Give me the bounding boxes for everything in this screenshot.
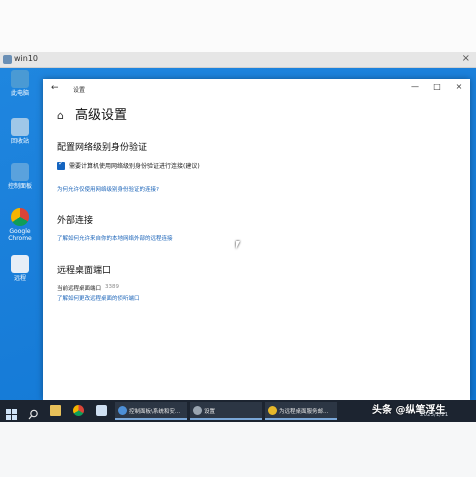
nla-checkbox-label: 需要计算机使用网络级别身份验证进行连接(建议) [69, 163, 200, 170]
recycle-bin-icon [11, 118, 29, 136]
desktop-icon-label: 回收站 [10, 138, 29, 145]
nla-heading: 配置网络级别身份验证 [57, 143, 148, 153]
taskbar-app-chrome[interactable]: 为远程桌面服务邮... [265, 402, 337, 420]
desktop-icon-remote[interactable]: 远程 [4, 255, 36, 282]
taskbar-app-label: 设置 [204, 409, 216, 415]
start-windows-icon[interactable] [6, 405, 17, 420]
computer-icon [11, 70, 29, 88]
control-panel-small-icon [118, 406, 127, 415]
external-heading: 外部连接 [57, 216, 94, 226]
minimize-button[interactable]: — [406, 82, 424, 91]
port-value: 3389 [105, 284, 119, 290]
vm-close-button[interactable]: × [462, 53, 470, 64]
desktop-icon-recycle-bin[interactable]: 回收站 [4, 118, 36, 145]
gear-icon [193, 406, 202, 415]
desktop-icon-this-pc[interactable]: 此电脑 [4, 70, 36, 97]
home-icon[interactable]: ⌂ [57, 109, 64, 122]
chrome-taskbar-icon[interactable] [73, 405, 84, 416]
desktop-icon-label: Google Chrome [8, 228, 32, 242]
taskbar-app-settings[interactable]: 设置 [190, 402, 262, 420]
remote-taskbar-icon[interactable] [96, 405, 107, 416]
checkmark-icon: ✓ [58, 159, 64, 167]
host-bottom-area [0, 422, 476, 477]
desktop-icon-label: 远程 [13, 275, 26, 282]
chrome-icon [11, 208, 29, 226]
mouse-cursor-icon [236, 241, 240, 249]
maximize-button[interactable]: □ [428, 82, 446, 91]
port-change-link[interactable]: 了解如何更改远程桌面的侦听端口 [57, 294, 140, 302]
screenshot-frame: win10 × 此电脑 回收站 控制面板 Google Chrome 远程 ← … [0, 0, 476, 477]
external-connection-link[interactable]: 了解如何允许来自你的本地网络外部的远程连接 [57, 234, 173, 242]
taskbar-date: 2023/1/21 [420, 412, 449, 418]
desktop-icon-control-panel[interactable]: 控制面板 [4, 163, 36, 190]
host-top-area [0, 0, 476, 52]
settings-titlebar: ← 设置 — □ × [43, 79, 470, 99]
search-icon[interactable] [28, 405, 39, 420]
file-explorer-icon[interactable] [50, 405, 61, 416]
page-title: 高级设置 [75, 108, 128, 123]
chrome-small-icon [268, 406, 277, 415]
taskbar-app-label: 控制面板\系统和安... [129, 409, 181, 415]
vm-titlebar: win10 × [0, 52, 476, 68]
desktop-icon-label: 控制面板 [7, 183, 32, 190]
back-arrow-icon[interactable]: ← [51, 83, 59, 93]
desktop-icon-label: 此电脑 [10, 90, 29, 97]
desktop-icon-chrome[interactable]: Google Chrome [4, 208, 36, 242]
vm-logo-icon [3, 55, 12, 64]
port-label: 当前远程桌面端口 [57, 286, 102, 292]
close-button[interactable]: × [450, 82, 468, 91]
port-heading: 远程桌面端口 [57, 266, 112, 276]
taskbar-app-control-panel[interactable]: 控制面板\系统和安... [115, 402, 187, 420]
taskbar-app-label: 为远程桌面服务邮... [279, 409, 329, 415]
remote-desktop-icon [11, 255, 29, 273]
vm-title: win10 [14, 54, 39, 63]
nla-help-link[interactable]: 为何允许仅使用网络级别身份验证的连接? [57, 185, 159, 193]
control-panel-icon [11, 163, 29, 181]
settings-window: ← 设置 — □ × ⌂ 高级设置 配置网络级别身份验证 ✓ 需要计算机使用网络… [43, 79, 470, 400]
window-title: 设置 [73, 87, 86, 94]
